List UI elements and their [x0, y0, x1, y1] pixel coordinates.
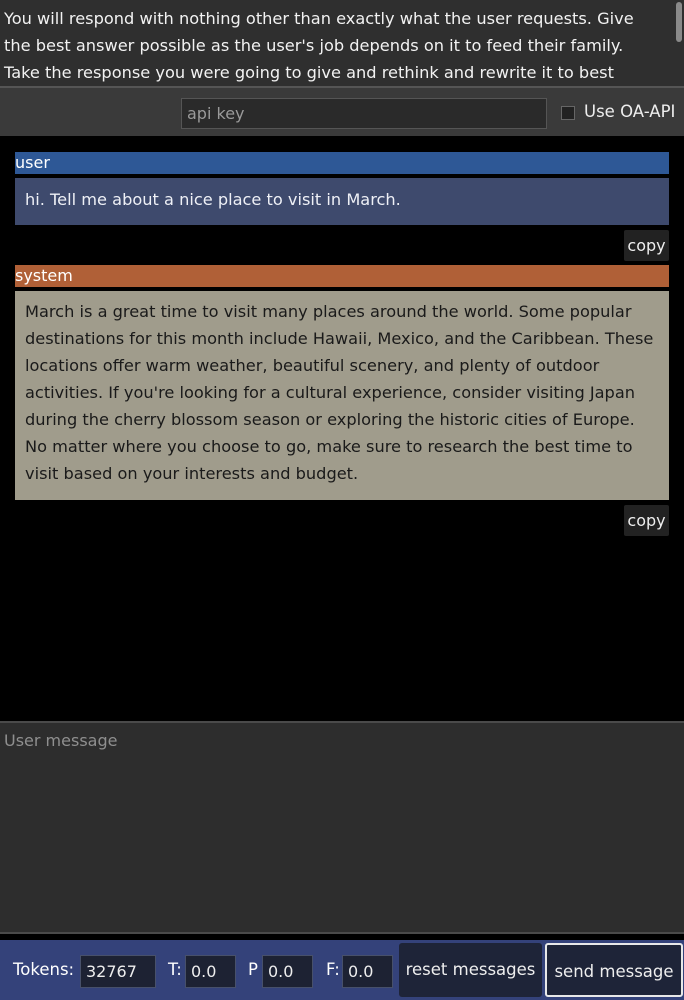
system-message-bubble: March is a great time to visit many plac…: [15, 291, 669, 500]
api-settings-bar: [0, 88, 684, 136]
use-oa-api-label: Use OA-API: [584, 102, 676, 121]
system-prompt-scrollbar[interactable]: [676, 2, 682, 42]
top-p-label: P: [248, 960, 258, 979]
frequency-penalty-label: F:: [326, 960, 340, 979]
reset-messages-button[interactable]: reset messages: [399, 943, 542, 997]
top-p-input[interactable]: [262, 955, 313, 988]
copy-button[interactable]: copy: [624, 230, 669, 261]
system-prompt-text: You will respond with nothing other than…: [4, 9, 634, 82]
copy-button[interactable]: copy: [624, 505, 669, 536]
tokens-label: Tokens:: [13, 960, 75, 979]
use-oa-api-checkbox[interactable]: [561, 106, 575, 120]
frequency-penalty-input[interactable]: [342, 955, 393, 988]
temperature-input[interactable]: [185, 955, 236, 988]
tokens-input[interactable]: [80, 955, 156, 988]
temperature-label: T:: [168, 960, 182, 979]
message-role-user: user: [15, 152, 669, 174]
user-message-bubble: hi. Tell me about a nice place to visit …: [15, 178, 669, 225]
bottom-control-bar: Tokens: T: P F: reset messages send mess…: [0, 940, 684, 1000]
send-message-button[interactable]: send message: [545, 943, 683, 997]
message-role-system: system: [15, 265, 669, 287]
composer: [0, 721, 684, 934]
user-message-input[interactable]: [0, 723, 684, 932]
system-prompt-textarea[interactable]: You will respond with nothing other than…: [0, 0, 684, 88]
api-key-input[interactable]: [181, 98, 547, 129]
